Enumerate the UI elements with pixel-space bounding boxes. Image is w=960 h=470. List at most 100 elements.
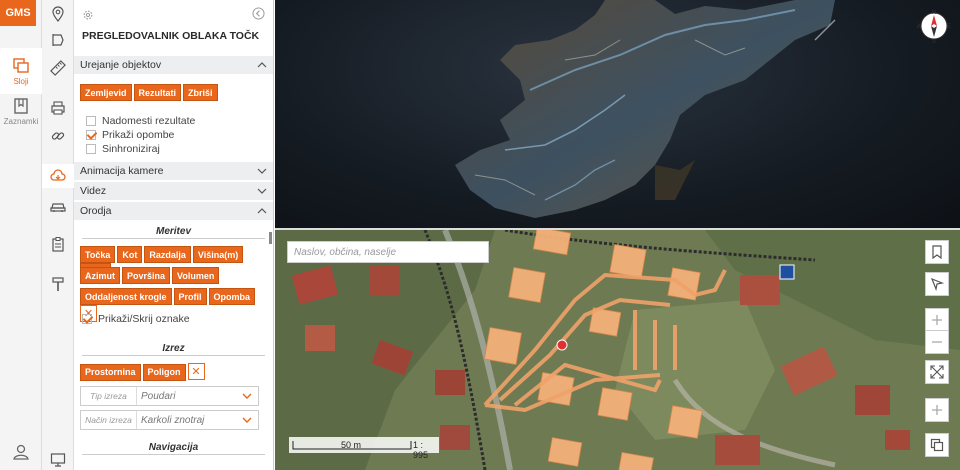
oddaljenost-krogle-button[interactable]: Oddaljenost krogle xyxy=(80,288,172,305)
meritev-heading: Meritev xyxy=(74,224,273,240)
point-cloud-view[interactable]: N S E W xyxy=(275,0,960,228)
cursor-arrow-icon xyxy=(930,277,944,291)
panel-toolbar xyxy=(74,0,273,30)
rezultati-button[interactable]: Rezultati xyxy=(133,84,182,101)
section-urejanje-objektov[interactable]: Urejanje objektov xyxy=(74,56,273,74)
zemljevid-button[interactable]: Zemljevid xyxy=(80,84,132,101)
chevron-down-icon xyxy=(257,188,267,194)
razdalja-button[interactable]: Razdalja xyxy=(144,246,191,263)
visina-button[interactable]: Višina(m) xyxy=(192,246,244,263)
zoom-in-button[interactable] xyxy=(925,308,949,332)
scale-bar: 50 m 1 : 995 xyxy=(289,437,439,460)
tip-izreza-select[interactable]: Tip izreza Poudari xyxy=(80,386,259,406)
bookmark-button[interactable] xyxy=(925,240,949,264)
bookmark-icon xyxy=(932,245,942,259)
cloud-icon xyxy=(50,169,66,181)
copy-button[interactable] xyxy=(925,433,949,457)
measure-button[interactable] xyxy=(42,56,74,80)
user-button[interactable] xyxy=(0,430,42,470)
print-button[interactable] xyxy=(42,96,74,120)
azimut-button[interactable]: Azimut xyxy=(80,267,120,284)
collapse-panel-icon[interactable] xyxy=(252,7,265,20)
expand-icon xyxy=(930,365,944,379)
prikazi-skrij-oznake-checkbox[interactable]: Prikaži/Skrij oznake xyxy=(74,311,273,327)
kot-button[interactable]: Kot xyxy=(117,246,143,263)
point-cloud-panel: PREGLEDOVALNIK OBLAKA TOČK Urejanje obje… xyxy=(74,0,274,470)
chevron-down-icon xyxy=(242,393,252,399)
compass-icon[interactable]: N S E W xyxy=(917,8,951,44)
clipboard-button[interactable] xyxy=(42,232,74,256)
vehicle-button[interactable] xyxy=(42,194,74,218)
fullscreen-button[interactable] xyxy=(925,360,949,384)
section-label: Videz xyxy=(80,185,107,197)
link-icon xyxy=(51,132,65,140)
section-label: Animacija kamere xyxy=(80,165,164,177)
route-icon xyxy=(52,34,64,46)
map-view[interactable]: Naslov, občina, naselje 50 m 1 : 995 xyxy=(275,230,960,470)
poligon-button[interactable]: Poligon xyxy=(142,363,186,381)
gms-logo[interactable]: GMS xyxy=(0,0,36,26)
chevron-down-icon xyxy=(242,417,252,423)
rail-item-zaznamki[interactable]: Zaznamki xyxy=(0,88,42,134)
nacin-izreza-select[interactable]: Način izreza Karkoli znotraj xyxy=(80,410,259,430)
point-cloud-button[interactable] xyxy=(42,164,74,188)
plus-icon xyxy=(932,315,942,325)
ruler-icon xyxy=(50,60,66,76)
nacin-izreza-value: Karkoli znotraj xyxy=(141,414,205,426)
volumen-button[interactable]: Volumen xyxy=(172,267,220,284)
povrsina-button[interactable]: Površina xyxy=(122,267,171,284)
clipboard-icon xyxy=(52,237,64,252)
select-button[interactable] xyxy=(925,272,949,296)
checkbox-label: Nadomesti rezultate xyxy=(102,115,196,127)
profil-button[interactable]: Profil xyxy=(173,288,207,305)
location-pin-icon xyxy=(52,6,64,22)
bookmark-icon xyxy=(14,97,28,114)
panel-scrollbar[interactable] xyxy=(269,232,272,244)
chevron-up-icon xyxy=(257,208,267,214)
zbrisi-button[interactable]: Zbriši xyxy=(183,84,218,101)
route-button[interactable] xyxy=(42,28,74,52)
orthophoto-map xyxy=(275,230,960,470)
zoom-out-button[interactable] xyxy=(925,330,949,354)
checkbox-box xyxy=(86,144,96,154)
meritev-row-3: Oddaljenost krogle Profil Opomba✕ xyxy=(74,285,273,322)
compass-e: E xyxy=(947,24,951,30)
layers-icon xyxy=(13,57,29,73)
address-search-input[interactable]: Naslov, občina, naselje xyxy=(287,241,489,263)
rail-item-label: Sloji xyxy=(13,76,29,86)
tip-izreza-value: Poudari xyxy=(141,390,176,402)
monitor-icon xyxy=(50,453,66,467)
scale-label: 50 m xyxy=(341,440,362,450)
clear-clip-button[interactable]: ✕ xyxy=(187,363,205,380)
app-root: GMS Sloji Zaznamki PREGLEDOVALNIK OBLAKA… xyxy=(0,0,960,470)
checkbox-box xyxy=(86,130,96,140)
tocka-button[interactable]: Točka xyxy=(80,246,116,263)
tip-izreza-label: Tip izreza xyxy=(81,387,137,405)
section-label: Urejanje objektov xyxy=(80,59,162,71)
compass-n: N xyxy=(932,10,936,16)
nadomesti-checkbox[interactable]: Nadomesti rezultate xyxy=(74,114,273,128)
scale-ratio: 1 : 995 xyxy=(413,440,429,460)
checkbox-label: Prikaži/Skrij oznake xyxy=(98,313,190,325)
sinhroniziraj-checkbox[interactable]: Sinhroniziraj xyxy=(74,142,273,156)
prikazi-opombe-checkbox[interactable]: Prikaži opombe xyxy=(74,128,273,142)
add-layer-button[interactable] xyxy=(925,398,949,422)
compass-w: W xyxy=(917,24,922,30)
opomba-button[interactable]: Opomba xyxy=(208,288,256,305)
monitor-button[interactable] xyxy=(42,448,74,470)
link-button[interactable] xyxy=(42,124,74,148)
checkbox-label: Prikaži opombe xyxy=(102,129,175,141)
checkbox-box xyxy=(82,314,92,324)
gear-icon[interactable] xyxy=(82,9,94,21)
plus-icon xyxy=(932,405,942,415)
rail-item-label: Zaznamki xyxy=(3,116,39,126)
section-videz[interactable]: Videz xyxy=(74,182,273,200)
point-cloud-render xyxy=(455,0,836,218)
location-button[interactable] xyxy=(42,2,74,26)
prostornina-button[interactable]: Prostornina xyxy=(80,363,141,381)
compass-s: S xyxy=(932,39,936,44)
section-orodja[interactable]: Orodja xyxy=(74,202,273,220)
user-icon xyxy=(13,444,29,460)
tools-button[interactable] xyxy=(42,272,74,296)
section-animacija-kamere[interactable]: Animacija kamere xyxy=(74,162,273,180)
